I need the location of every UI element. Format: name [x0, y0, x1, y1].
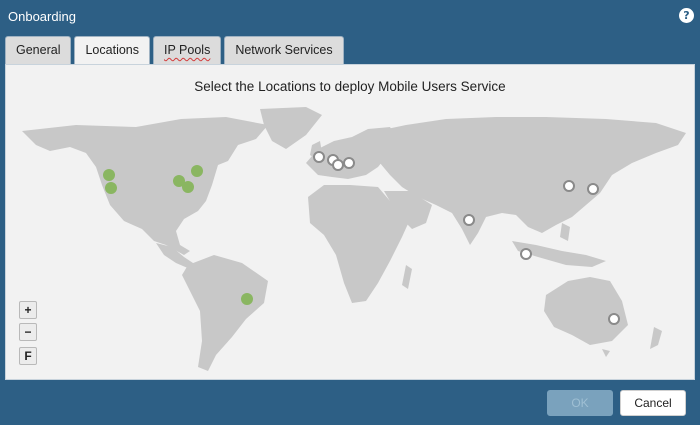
help-icon[interactable]: ? [679, 8, 694, 23]
tab-ip-pools-label: IP Pools [164, 43, 211, 57]
onboarding-dialog: Onboarding ? General Locations IP Pools … [0, 0, 700, 425]
land-philippines [560, 223, 570, 241]
tab-general[interactable]: General [5, 36, 72, 64]
land-greenland [260, 107, 322, 149]
land-tasmania [602, 349, 610, 357]
location-marker[interactable] [587, 183, 599, 195]
land-new-zealand [650, 327, 662, 349]
location-marker-selected[interactable] [103, 169, 115, 181]
location-marker[interactable] [463, 214, 475, 226]
location-marker[interactable] [343, 157, 355, 169]
location-marker[interactable] [520, 248, 532, 260]
cancel-button[interactable]: Cancel [620, 390, 686, 416]
location-marker-selected[interactable] [191, 165, 203, 177]
locations-panel: Select the Locations to deploy Mobile Us… [5, 64, 695, 380]
location-marker-selected[interactable] [182, 181, 194, 193]
tab-bar: General Locations IP Pools Network Servi… [5, 36, 344, 65]
locations-heading: Select the Locations to deploy Mobile Us… [194, 79, 506, 94]
location-marker[interactable] [332, 159, 344, 171]
land-australia [544, 277, 628, 345]
land-madagascar [402, 265, 412, 289]
zoom-out-button[interactable]: − [19, 323, 37, 341]
location-marker[interactable] [313, 151, 325, 163]
location-marker[interactable] [608, 313, 620, 325]
world-map[interactable] [6, 105, 696, 381]
zoom-in-button[interactable]: + [19, 301, 37, 319]
title-bar: Onboarding ? [0, 0, 700, 32]
dialog-footer: OK Cancel [0, 380, 700, 425]
dialog-title: Onboarding [8, 9, 76, 24]
land-south-america [182, 255, 268, 371]
location-marker-selected[interactable] [241, 293, 253, 305]
location-marker-selected[interactable] [105, 182, 117, 194]
tab-network-services[interactable]: Network Services [224, 36, 344, 64]
location-marker[interactable] [563, 180, 575, 192]
land-north-america [22, 117, 268, 255]
fit-map-button[interactable]: F [19, 347, 37, 365]
ok-button[interactable]: OK [547, 390, 613, 416]
tab-locations[interactable]: Locations [74, 36, 150, 65]
tab-ip-pools[interactable]: IP Pools [153, 36, 222, 64]
